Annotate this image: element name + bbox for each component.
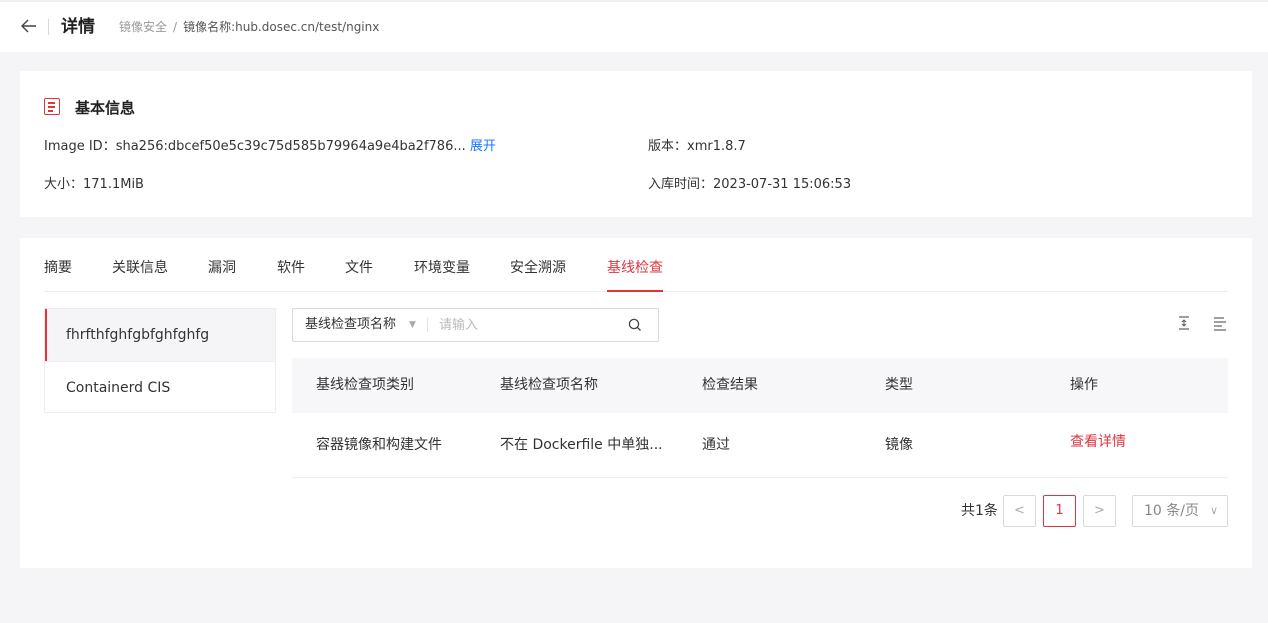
cell-category: 容器镜像和构建文件 xyxy=(316,437,442,453)
tab-summary[interactable]: 摘要 xyxy=(44,258,72,278)
table-header: 基线检查项类别 基线检查项名称 检查结果 类型 操作 xyxy=(292,358,1228,413)
image-id-value: sha256:dbcef50e5c39c75d585b79964a9e4ba2f… xyxy=(115,139,466,154)
ingest-time-label: 入库时间： xyxy=(648,177,714,192)
column-header-name: 基线检查项名称 xyxy=(500,377,598,393)
tab-bar: 摘要 关联信息 漏洞 软件 文件 环境变量 安全溯源 基线检查 xyxy=(44,258,1228,292)
tab-software[interactable]: 软件 xyxy=(277,258,305,278)
pagination-total: 共1条 xyxy=(961,503,998,519)
size-label: 大小： xyxy=(44,177,84,192)
column-header-result: 检查结果 xyxy=(702,377,758,393)
cell-name: 不在 Dockerfile 中单独... xyxy=(500,437,663,453)
document-icon xyxy=(44,98,60,115)
column-header-action: 操作 xyxy=(1070,377,1098,393)
breadcrumb: 镜像安全 / 镜像名称:hub.dosec.cn/test/nginx xyxy=(119,19,379,35)
version-field: 版本：xmr1.8.7 xyxy=(648,138,746,156)
view-details-link[interactable]: 查看详情 xyxy=(1070,432,1126,452)
column-header-category: 基线检查项类别 xyxy=(316,377,414,393)
baseline-list: fhrfthfghfgbfghfghfg Containerd CIS xyxy=(44,308,276,413)
caret-down-icon[interactable]: ▼ xyxy=(409,309,416,341)
breadcrumb-item-image-security[interactable]: 镜像安全 xyxy=(119,20,167,34)
top-bar: 详情 镜像安全 / 镜像名称:hub.dosec.cn/test/nginx xyxy=(0,0,1268,52)
image-id-label: Image ID： xyxy=(44,139,116,154)
search-divider xyxy=(427,318,428,332)
list-item[interactable]: Containerd CIS xyxy=(45,361,275,413)
cell-type: 镜像 xyxy=(885,437,913,453)
next-page-button[interactable]: > xyxy=(1083,495,1116,527)
column-header-type: 类型 xyxy=(885,377,913,393)
search-input[interactable] xyxy=(439,314,619,336)
size-value: 171.1MiB xyxy=(83,177,144,192)
cell-result: 通过 xyxy=(702,437,730,453)
chevron-down-icon: ∨ xyxy=(1209,504,1218,517)
version-label: 版本： xyxy=(648,139,688,154)
page-size-select[interactable]: 10 条/页 ∨ xyxy=(1132,495,1228,527)
tab-related-info[interactable]: 关联信息 xyxy=(112,258,168,278)
tab-files[interactable]: 文件 xyxy=(345,258,373,278)
table-row: 容器镜像和构建文件 不在 Dockerfile 中单独... 通过 镜像 查看详… xyxy=(292,413,1228,478)
search-box: 基线检查项名称 ▼ xyxy=(292,308,659,342)
tab-vulnerabilities[interactable]: 漏洞 xyxy=(208,258,236,278)
image-id-field: Image ID：sha256:dbcef50e5c39c75d585b7996… xyxy=(44,138,496,156)
breadcrumb-item-image-name: 镜像名称:hub.dosec.cn/test/nginx xyxy=(183,20,380,34)
tab-env-vars[interactable]: 环境变量 xyxy=(414,258,470,278)
page-1-button[interactable]: 1 xyxy=(1043,495,1076,527)
page-title: 详情 xyxy=(61,17,95,37)
section-title: 基本信息 xyxy=(75,99,136,117)
prev-page-button[interactable]: < xyxy=(1003,495,1036,527)
page-size-value: 10 条/页 xyxy=(1144,503,1199,519)
size-field: 大小：171.1MiB xyxy=(44,176,144,194)
tab-security-trace[interactable]: 安全溯源 xyxy=(510,258,566,278)
expand-link[interactable]: 展开 xyxy=(470,139,496,154)
search-field-select[interactable]: 基线检查项名称 xyxy=(305,309,396,341)
arrow-left-icon[interactable] xyxy=(20,16,38,36)
detail-card: 摘要 关联信息 漏洞 软件 文件 环境变量 安全溯源 基线检查 fhrfthfg… xyxy=(20,238,1252,568)
vertical-expand-icon[interactable] xyxy=(1176,315,1192,331)
ingest-time-value: 2023-07-31 15:06:53 xyxy=(713,177,852,192)
align-left-icon[interactable] xyxy=(1212,315,1228,331)
header-divider xyxy=(48,19,49,35)
tab-baseline-check[interactable]: 基线检查 xyxy=(607,258,663,292)
ingest-time-field: 入库时间：2023-07-31 15:06:53 xyxy=(648,176,851,194)
search-icon[interactable] xyxy=(627,317,643,333)
version-value: xmr1.8.7 xyxy=(687,139,746,154)
breadcrumb-separator: / xyxy=(173,20,178,34)
basic-info-card: 基本信息 Image ID：sha256:dbcef50e5c39c75d585… xyxy=(20,71,1252,217)
list-item[interactable]: fhrfthfghfgbfghfghfg xyxy=(45,309,275,361)
